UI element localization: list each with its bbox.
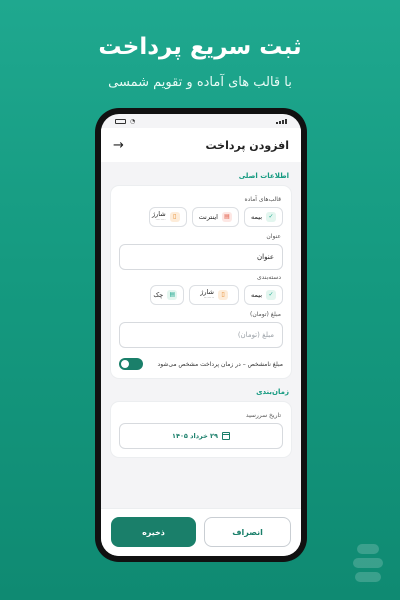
category-chip-check[interactable]: ▤ چک <box>150 285 185 305</box>
cancel-button[interactable]: انصراف <box>204 517 291 547</box>
save-button[interactable]: ذخیره <box>111 517 196 547</box>
category-chip-insurance[interactable]: ✓ بیمه <box>243 285 283 305</box>
templates-chips: ✓ بیمه ▤ اینترنت ▯ شارژ ········ <box>119 207 283 229</box>
category-chip-charge[interactable]: ▯ شارژ ········ <box>189 285 239 305</box>
hero-subtitle: با قالب های آماده و تقویم شمسی <box>108 75 292 90</box>
amount-input[interactable]: مبلغ (تومان) <box>119 322 283 348</box>
check-doc-icon: ▤ <box>167 290 178 300</box>
brand-watermark <box>348 522 388 582</box>
unknown-amount-text: مبلغ نامشخص – در زمان پرداخت مشخص می‌شود <box>157 360 283 368</box>
due-date-label: تاریخ سررسید <box>245 412 281 419</box>
template-chip-charge[interactable]: ▯ شارژ ········ <box>148 207 187 227</box>
amount-label: مبلغ (تومان) <box>249 311 281 318</box>
section-main-label: اطلاعات اصلی <box>238 172 289 180</box>
main-info-card: قالب‌های آماده ✓ بیمه ▤ اینترنت ▯ شارژ ··… <box>111 186 291 378</box>
phone-icon: ▯ <box>217 290 228 300</box>
section-schedule-label: زمان‌بندی <box>256 388 289 396</box>
phone-frame: ◔ افزودن پرداخت → اطلاعات اصلی قالب‌های … <box>95 108 307 562</box>
form-footer: انصراف ذخیره <box>101 508 301 556</box>
calendar-icon <box>221 432 230 440</box>
page-title: افزودن پرداخت <box>205 138 289 152</box>
wifi-status-icon: ◔ <box>130 117 136 125</box>
template-chip-internet[interactable]: ▤ اینترنت <box>191 207 239 227</box>
arrow-right-icon[interactable]: → <box>113 139 124 152</box>
unknown-amount-row: مبلغ نامشخص – در زمان پرداخت مشخص می‌شود <box>119 358 283 370</box>
status-bar: ◔ <box>101 114 301 128</box>
phone-screen: ◔ افزودن پرداخت → اطلاعات اصلی قالب‌های … <box>101 114 301 556</box>
title-label: عنوان <box>266 233 281 240</box>
app-bar: افزودن پرداخت → <box>101 128 301 162</box>
phone-icon: ▯ <box>169 212 180 222</box>
battery-icon <box>115 118 126 124</box>
form-content: اطلاعات اصلی قالب‌های آماده ✓ بیمه ▤ این… <box>101 162 301 457</box>
templates-label: قالب‌های آماده <box>244 196 281 203</box>
template-chip-insurance[interactable]: ✓ بیمه <box>243 207 283 227</box>
title-input[interactable]: عنوان <box>119 244 283 270</box>
schedule-card: تاریخ سررسید ۲۹ خرداد ۱۴۰۵ <box>111 402 291 457</box>
shield-icon: ✓ <box>266 290 276 300</box>
category-label: دسته‌بندی <box>256 274 281 281</box>
unknown-amount-toggle[interactable] <box>119 358 143 370</box>
signal-icon <box>276 118 287 124</box>
due-date-picker[interactable]: ۲۹ خرداد ۱۴۰۵ <box>119 423 283 449</box>
category-chips: ✓ بیمه ▯ شارژ ········ ▤ چک <box>119 285 283 307</box>
hero-title: ثبت سریع پرداخت <box>98 34 302 60</box>
wifi-icon: ▤ <box>221 212 232 222</box>
shield-icon: ✓ <box>266 212 276 222</box>
